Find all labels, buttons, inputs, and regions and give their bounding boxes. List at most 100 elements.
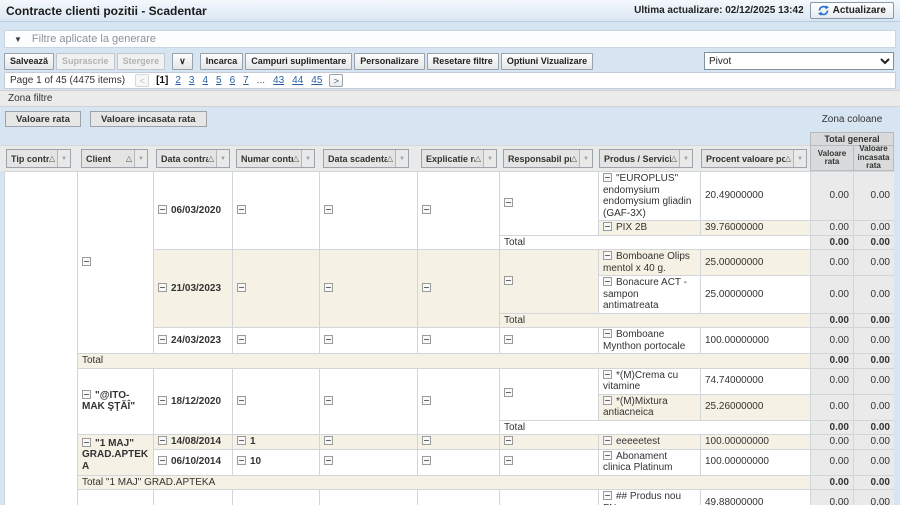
toolbar-button-salveaz-[interactable]: Salvează	[4, 53, 54, 70]
collapse-arrow-icon[interactable]: ▼	[14, 35, 22, 44]
pager-page-link[interactable]: 44	[292, 75, 303, 86]
toolbar-button-stergere[interactable]: Stergere	[117, 53, 166, 70]
collapse-icon[interactable]	[237, 396, 246, 405]
collapse-icon[interactable]	[324, 456, 333, 465]
column-filter-dropdown-icon[interactable]: ▼	[579, 150, 592, 167]
collapse-icon[interactable]	[422, 436, 431, 445]
collapse-icon[interactable]	[603, 396, 612, 405]
collapse-icon[interactable]	[82, 257, 91, 266]
collapse-icon[interactable]	[237, 205, 246, 214]
sort-asc-icon[interactable]: △	[387, 154, 395, 163]
toolbar-button-resetare-filtre[interactable]: Resetare filtre	[427, 53, 499, 70]
toolbar-button-suprascrie[interactable]: Suprascrie	[56, 53, 115, 70]
collapse-icon[interactable]	[603, 370, 612, 379]
sort-asc-icon[interactable]: △	[208, 154, 216, 163]
collapse-icon[interactable]	[504, 335, 513, 344]
column-header-chip-procent-valoare-pozitie[interactable]: Procent valoare pozitie△▼	[701, 149, 807, 168]
collapse-icon[interactable]	[422, 283, 431, 292]
column-filter-dropdown-icon[interactable]: ▼	[216, 150, 229, 167]
collapse-icon[interactable]	[603, 491, 612, 500]
toolbar-button-optiuni-vizualizare[interactable]: Optiuni Vizualizare	[501, 53, 593, 70]
column-filter-dropdown-icon[interactable]: ▼	[679, 150, 692, 167]
toolbar-button-incarca[interactable]: Incarca	[200, 53, 244, 70]
collapse-icon[interactable]	[422, 335, 431, 344]
pager-page-link[interactable]: 4	[202, 75, 208, 86]
pager-page-link[interactable]: 2	[175, 75, 181, 86]
pager-prev-button[interactable]: <	[135, 74, 149, 87]
column-header-chip-data-contract[interactable]: Data contract△▼	[156, 149, 230, 168]
collapse-icon[interactable]	[237, 436, 246, 445]
collapse-icon[interactable]	[324, 283, 333, 292]
column-filter-dropdown-icon[interactable]: ▼	[301, 150, 314, 167]
collapse-icon[interactable]	[603, 173, 612, 182]
collapse-icon[interactable]	[82, 390, 91, 399]
column-filter-dropdown-icon[interactable]: ▼	[483, 150, 496, 167]
collapse-icon[interactable]	[237, 335, 246, 344]
sort-asc-icon[interactable]: △	[293, 154, 301, 163]
collapse-icon[interactable]	[82, 438, 91, 447]
collapse-icon[interactable]	[422, 396, 431, 405]
applied-filters-bar[interactable]: ▼ Filtre aplicate la generare	[4, 30, 896, 48]
pager-page-link[interactable]: 45	[311, 75, 322, 86]
column-header-valoare-rata[interactable]: Valoare rata	[810, 146, 853, 171]
collapse-icon[interactable]	[324, 335, 333, 344]
pager-page-link[interactable]: 3	[189, 75, 195, 86]
column-header-chip-responsabil-proiect[interactable]: Responsabil proiect△▼	[503, 149, 593, 168]
collapse-icon[interactable]	[422, 456, 431, 465]
toolbar-button-campuri-suplimentare[interactable]: Campuri suplimentare	[245, 53, 352, 70]
column-filter-dropdown-icon[interactable]: ▼	[134, 150, 147, 167]
collapse-icon[interactable]	[158, 335, 167, 344]
sort-asc-icon[interactable]: △	[475, 154, 483, 163]
column-header-valoare-incasata-rata[interactable]: Valoare incasata rata	[853, 146, 894, 171]
column-header-label: Data scadenta rata	[324, 154, 387, 164]
collapse-icon[interactable]	[603, 436, 612, 445]
pager-page-link[interactable]: 5	[216, 75, 222, 86]
refresh-button[interactable]: Actualizare	[810, 2, 894, 19]
collapse-icon[interactable]	[603, 222, 612, 231]
column-header-chip-data-scadenta-rata[interactable]: Data scadenta rata△▼	[323, 149, 409, 168]
collapse-icon[interactable]	[237, 456, 246, 465]
collapse-icon[interactable]	[603, 251, 612, 260]
collapse-icon[interactable]	[158, 436, 167, 445]
column-filter-dropdown-icon[interactable]: ▼	[395, 150, 408, 167]
sort-asc-icon[interactable]: △	[571, 154, 579, 163]
column-filter-dropdown-icon[interactable]: ▼	[57, 150, 70, 167]
collapse-icon[interactable]	[158, 456, 167, 465]
collapse-icon[interactable]	[603, 329, 612, 338]
collapse-icon[interactable]	[422, 205, 431, 214]
column-header-chip-client[interactable]: Client△▼	[81, 149, 148, 168]
pager-page-link[interactable]: 43	[273, 75, 284, 86]
column-header-chip-numar-contract[interactable]: Numar contract△▼	[236, 149, 315, 168]
collapse-icon[interactable]	[603, 277, 612, 286]
collapse-icon[interactable]	[504, 388, 513, 397]
collapse-icon[interactable]	[324, 436, 333, 445]
collapse-icon[interactable]	[504, 276, 513, 285]
collapse-icon[interactable]	[504, 436, 513, 445]
collapse-icon[interactable]	[504, 456, 513, 465]
sort-asc-icon[interactable]: △	[49, 154, 57, 163]
view-mode-select[interactable]: Pivot	[704, 52, 894, 70]
sort-asc-icon[interactable]: △	[126, 154, 134, 163]
column-header-chip-tip-contract[interactable]: Tip contract△▼	[6, 149, 71, 168]
collapse-icon[interactable]	[158, 283, 167, 292]
sort-asc-icon[interactable]: △	[785, 154, 793, 163]
grid-cell	[418, 449, 500, 475]
save-options-dropdown-button[interactable]: ∨	[172, 53, 193, 70]
filter-field-chip-valoare-rata[interactable]: Valoare rata	[5, 111, 81, 127]
collapse-icon[interactable]	[158, 396, 167, 405]
pager-page-link[interactable]: 6	[230, 75, 236, 86]
collapse-icon[interactable]	[504, 198, 513, 207]
pager-page-link[interactable]: 7	[243, 75, 249, 86]
collapse-icon[interactable]	[324, 205, 333, 214]
collapse-icon[interactable]	[603, 451, 612, 460]
pager-next-button[interactable]: >	[329, 74, 343, 87]
sort-asc-icon[interactable]: △	[671, 154, 679, 163]
filter-field-chip-valoare-incasata-rata[interactable]: Valoare incasata rata	[90, 111, 207, 127]
collapse-icon[interactable]	[237, 283, 246, 292]
collapse-icon[interactable]	[158, 205, 167, 214]
column-header-chip-produs-serviciu[interactable]: Produs / Serviciu△▼	[599, 149, 693, 168]
column-header-chip-explicatie-rata[interactable]: Explicatie rata△▼	[421, 149, 497, 168]
toolbar-button-personalizare[interactable]: Personalizare	[354, 53, 425, 70]
column-filter-dropdown-icon[interactable]: ▼	[793, 150, 806, 167]
collapse-icon[interactable]	[324, 396, 333, 405]
